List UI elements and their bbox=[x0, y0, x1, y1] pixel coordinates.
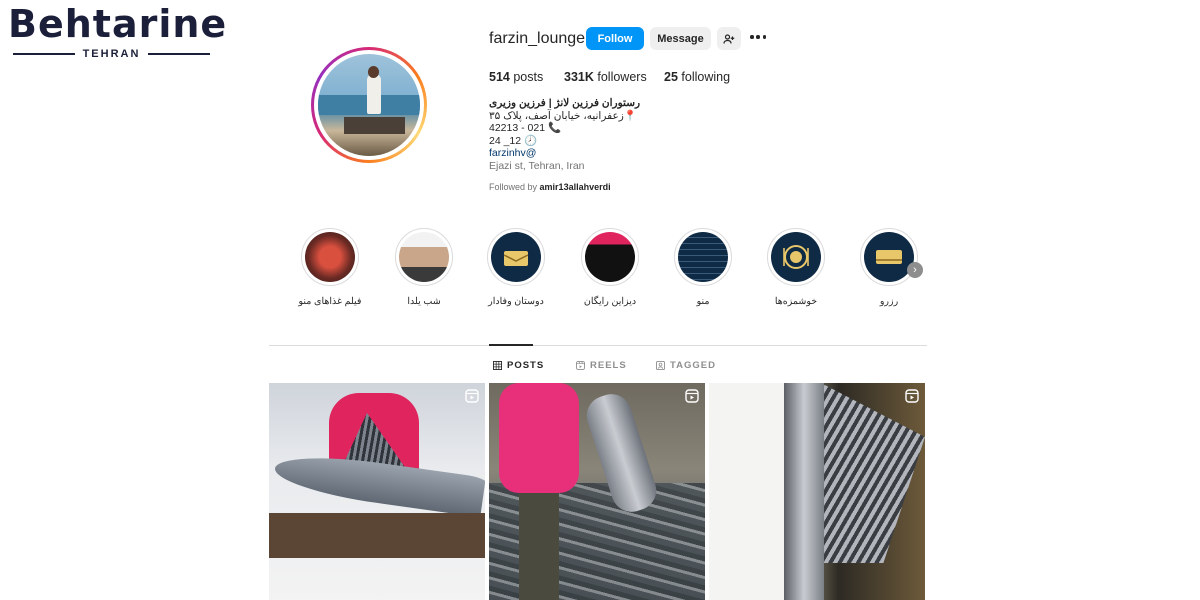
highlight-item[interactable]: دوستان وفادار bbox=[486, 228, 546, 307]
clock-icon: 🕗 bbox=[524, 134, 538, 147]
profile-bio: رستوران فرزین لانژ | فرزین وزیری زعفرانی… bbox=[489, 97, 689, 172]
tab-reels[interactable]: REELS bbox=[576, 360, 627, 371]
reel-badge-icon bbox=[685, 389, 699, 403]
highlight-item[interactable]: خوشمزه‌ها bbox=[766, 228, 826, 307]
brand-logo-city: TEHRAN bbox=[82, 48, 141, 60]
chevron-right-icon[interactable]: › bbox=[907, 262, 923, 278]
brand-logo-word: Behtarine bbox=[8, 2, 228, 46]
menu-list-icon bbox=[678, 232, 728, 282]
highlight-label: رزرو bbox=[879, 296, 899, 307]
highlight-item[interactable]: شب یلدا bbox=[394, 228, 454, 307]
followed-by[interactable]: Followed by amir13allahverdi bbox=[489, 182, 611, 192]
bio-location[interactable]: Ejazi st, Tehran, Iran bbox=[489, 160, 689, 173]
post-tile[interactable] bbox=[269, 383, 485, 600]
reels-icon bbox=[576, 361, 585, 370]
bio-name: رستوران فرزین لانژ | فرزین وزیری bbox=[489, 97, 641, 109]
plate-icon bbox=[771, 232, 821, 282]
profile-username: farzin_lounge bbox=[489, 30, 586, 47]
man-portrait-icon bbox=[399, 232, 449, 282]
highlight-label: دوستان وفادار bbox=[488, 296, 544, 307]
tab-posts[interactable]: POSTS bbox=[493, 360, 544, 371]
reel-badge-icon bbox=[465, 389, 479, 403]
brand-logo: Behtarine TEHRAN bbox=[8, 2, 226, 62]
follow-button[interactable]: Follow bbox=[586, 27, 644, 50]
message-button[interactable]: Message bbox=[650, 27, 711, 50]
active-tab-indicator bbox=[489, 344, 533, 346]
posts-count: 514 posts bbox=[489, 70, 544, 84]
highlight-label: منو bbox=[696, 296, 710, 307]
more-options-icon[interactable] bbox=[750, 31, 766, 43]
bio-link[interactable]: farzinhv@ bbox=[489, 147, 689, 160]
phone-icon: 📞 bbox=[547, 122, 562, 134]
food-photo-icon bbox=[305, 232, 355, 282]
location-pin-icon: 📍 bbox=[623, 109, 637, 122]
highlight-item[interactable]: منو bbox=[673, 228, 733, 307]
highlight-item[interactable]: دیزاین رایگان bbox=[580, 228, 640, 307]
tabs-divider bbox=[269, 345, 927, 346]
profile-avatar[interactable] bbox=[311, 47, 427, 163]
highlight-label: دیزاین رایگان bbox=[583, 296, 637, 307]
bio-hours: 24 _12 bbox=[489, 134, 522, 147]
bio-address: زعفرانیه، خیابان آصف، پلاک ۳۵ bbox=[489, 109, 624, 122]
post-tile[interactable] bbox=[709, 383, 925, 600]
bio-phone: 42213 - 021 bbox=[489, 122, 546, 134]
highlight-item[interactable]: فیلم غذاهای منو bbox=[299, 228, 361, 307]
avatar-image bbox=[318, 54, 420, 156]
tagged-icon bbox=[656, 361, 665, 370]
friends-box-icon bbox=[491, 232, 541, 282]
highlight-label: خوشمزه‌ها bbox=[774, 296, 818, 307]
add-user-icon bbox=[723, 33, 735, 44]
highlight-label: شب یلدا bbox=[407, 296, 441, 307]
tab-tagged[interactable]: TAGGED bbox=[656, 360, 716, 371]
suggest-users-button[interactable] bbox=[717, 27, 741, 50]
post-tile[interactable] bbox=[489, 383, 705, 600]
followers-count[interactable]: 331K followers bbox=[564, 70, 647, 84]
design-screen-icon bbox=[585, 232, 635, 282]
reservation-box-icon bbox=[864, 232, 914, 282]
reel-badge-icon bbox=[905, 389, 919, 403]
following-count[interactable]: 25 following bbox=[664, 70, 730, 84]
grid-icon bbox=[493, 361, 502, 370]
highlight-label: فیلم غذاهای منو bbox=[298, 296, 362, 307]
